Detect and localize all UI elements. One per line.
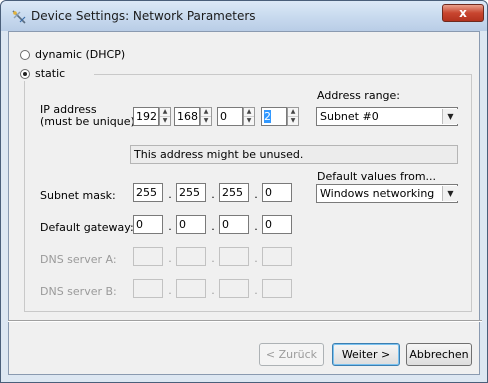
address-status-text: This address might be unused.: [130, 145, 458, 164]
dns-b-octet-1[interactable]: [133, 279, 163, 298]
radio-dynamic-label[interactable]: dynamic (DHCP): [35, 48, 125, 61]
octet-separator: .: [211, 252, 215, 265]
ip-octet-3-spinner[interactable]: ▲ ▼: [243, 107, 255, 126]
spin-down-icon[interactable]: ▼: [244, 117, 254, 125]
default-values-label: Default values from...: [317, 170, 437, 183]
close-button[interactable]: x: [442, 4, 484, 22]
spin-down-icon[interactable]: ▼: [160, 117, 170, 125]
gateway-octet-3[interactable]: 0: [219, 215, 249, 234]
octet-separator: .: [254, 188, 258, 201]
ip-octet-3[interactable]: 0: [217, 107, 243, 126]
dns-a-octet-2[interactable]: [176, 247, 206, 266]
ip-address-hint: (must be unique):: [40, 115, 139, 128]
dns-a-octet-4[interactable]: [262, 247, 292, 266]
network-tool-icon: [11, 9, 27, 25]
gateway-octet-1[interactable]: 0: [133, 215, 163, 234]
chevron-down-icon[interactable]: ▼: [442, 109, 458, 124]
spin-down-icon[interactable]: ▼: [201, 117, 211, 125]
subnet-octet-3[interactable]: 255: [219, 183, 249, 202]
dns-server-b-label: DNS server B:: [40, 285, 117, 298]
spin-up-icon[interactable]: ▲: [201, 108, 211, 117]
octet-separator: .: [168, 188, 172, 201]
dns-a-octet-3[interactable]: [219, 247, 249, 266]
ip-octet-4-spinner[interactable]: ▲ ▼: [287, 107, 299, 126]
ip-octet-1[interactable]: 192: [133, 107, 159, 126]
default-gateway-label: Default gateway:: [40, 221, 134, 234]
cancel-button[interactable]: Abbrechen: [406, 343, 472, 366]
octet-separator: .: [168, 252, 172, 265]
back-button[interactable]: < Zurück: [259, 343, 324, 366]
dns-a-octet-1[interactable]: [133, 247, 163, 266]
dns-server-a-label: DNS server A:: [40, 253, 117, 266]
subnet-mask-label: Subnet mask:: [40, 189, 116, 202]
chevron-down-icon[interactable]: ▼: [442, 186, 458, 201]
gateway-octet-2[interactable]: 0: [176, 215, 206, 234]
dns-b-octet-2[interactable]: [176, 279, 206, 298]
octet-separator: .: [211, 284, 215, 297]
title-bar[interactable]: Device Settings: Network Parameters x: [1, 1, 487, 31]
ip-octet-4[interactable]: 2: [261, 107, 287, 126]
window-title: Device Settings: Network Parameters: [31, 9, 256, 23]
default-values-select[interactable]: Windows networking ▼: [316, 184, 458, 203]
ip-octet-1-spinner[interactable]: ▲ ▼: [159, 107, 171, 126]
radio-static-selected-dot: [23, 72, 27, 76]
octet-separator: .: [168, 284, 172, 297]
subnet-octet-4[interactable]: 0: [262, 183, 292, 202]
octet-separator: .: [211, 220, 215, 233]
gateway-octet-4[interactable]: 0: [262, 215, 292, 234]
button-separator-highlight: [8, 321, 482, 322]
octet-separator: .: [254, 252, 258, 265]
close-icon: x: [459, 6, 467, 20]
next-button[interactable]: Weiter >: [332, 343, 400, 366]
ip-octet-4-selected-text: 2: [264, 110, 271, 123]
spin-up-icon[interactable]: ▲: [288, 108, 298, 117]
default-values-value: Windows networking: [320, 187, 435, 200]
spin-up-icon[interactable]: ▲: [244, 108, 254, 117]
radio-dynamic-dhcp[interactable]: [20, 50, 30, 60]
address-range-select[interactable]: Subnet #0 ▼: [316, 107, 458, 126]
octet-separator: .: [254, 220, 258, 233]
dns-b-octet-3[interactable]: [219, 279, 249, 298]
ip-octet-2[interactable]: 168: [174, 107, 200, 126]
radio-static-label[interactable]: static: [35, 67, 65, 80]
radio-static[interactable]: [20, 69, 30, 79]
subnet-octet-1[interactable]: 255: [133, 183, 163, 202]
dns-b-octet-4[interactable]: [262, 279, 292, 298]
ip-octet-2-spinner[interactable]: ▲ ▼: [200, 107, 212, 126]
spin-up-icon[interactable]: ▲: [160, 108, 170, 117]
subnet-octet-2[interactable]: 255: [176, 183, 206, 202]
octet-separator: .: [168, 220, 172, 233]
octet-separator: .: [254, 284, 258, 297]
octet-separator: .: [211, 188, 215, 201]
address-range-value: Subnet #0: [320, 110, 379, 123]
spin-down-icon[interactable]: ▼: [288, 117, 298, 125]
address-range-label: Address range:: [317, 89, 400, 102]
